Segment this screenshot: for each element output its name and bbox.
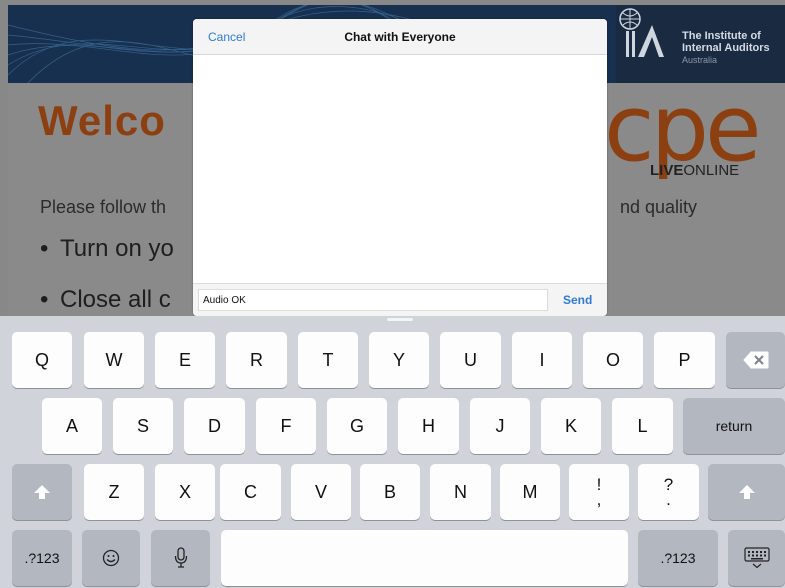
key-question-period[interactable]: ? . bbox=[638, 464, 699, 520]
slide-welcome-heading: Welco bbox=[38, 97, 166, 144]
send-button[interactable]: Send bbox=[563, 293, 592, 307]
keyboard-hide-icon bbox=[743, 547, 770, 569]
emoji-key[interactable] bbox=[82, 530, 140, 586]
chat-message-input[interactable] bbox=[198, 289, 548, 311]
key-d[interactable]: D bbox=[184, 398, 245, 454]
slide-bullet: • Close all c bbox=[40, 286, 171, 313]
key-r[interactable]: R bbox=[226, 332, 287, 388]
slide-instruction-left: Please follow th bbox=[40, 197, 167, 217]
key-v[interactable]: V bbox=[291, 464, 351, 520]
key-exclamation-comma[interactable]: ! , bbox=[569, 464, 629, 520]
key-p[interactable]: P bbox=[654, 332, 715, 388]
shift-icon bbox=[34, 485, 50, 499]
live-label: LIVE bbox=[650, 162, 684, 179]
key-m[interactable]: M bbox=[500, 464, 560, 520]
microphone-icon bbox=[174, 547, 187, 568]
space-bar[interactable] bbox=[221, 530, 628, 586]
key-y[interactable]: Y bbox=[369, 332, 429, 388]
key-secondary-char: . bbox=[666, 490, 671, 509]
return-key[interactable]: return bbox=[683, 398, 785, 454]
key-t[interactable]: T bbox=[298, 332, 358, 388]
key-b[interactable]: B bbox=[360, 464, 420, 520]
shift-icon bbox=[738, 485, 755, 499]
chat-compose-bar: Send bbox=[193, 283, 607, 316]
chat-messages-area[interactable] bbox=[193, 55, 607, 281]
slide-instruction-right: nd quality bbox=[620, 197, 698, 217]
hide-keyboard-key[interactable] bbox=[728, 530, 785, 586]
iia-logo: The Institute of Internal Auditors Austr… bbox=[616, 5, 785, 83]
key-o[interactable]: O bbox=[583, 332, 643, 388]
numbers-key-left[interactable]: .?123 bbox=[12, 530, 72, 586]
backspace-icon bbox=[742, 351, 768, 369]
emoji-icon bbox=[102, 549, 120, 567]
key-z[interactable]: Z bbox=[84, 464, 144, 520]
key-l[interactable]: L bbox=[612, 398, 673, 454]
slide-bullet: • Turn on yo bbox=[40, 235, 174, 262]
key-n[interactable]: N bbox=[430, 464, 491, 520]
logo-text: The Institute of Internal Auditors bbox=[682, 30, 770, 54]
key-e[interactable]: E bbox=[155, 332, 215, 388]
key-j[interactable]: J bbox=[470, 398, 530, 454]
slide-bullet-text: Close all c bbox=[60, 286, 171, 313]
key-x[interactable]: X bbox=[155, 464, 215, 520]
key-h[interactable]: H bbox=[398, 398, 459, 454]
chat-popover: Cancel Chat with Everyone Send bbox=[193, 19, 607, 316]
numbers-key-right[interactable]: .?123 bbox=[638, 530, 718, 586]
shift-key-right[interactable] bbox=[708, 464, 785, 520]
shift-key-left[interactable] bbox=[12, 464, 72, 520]
onscreen-keyboard: Q W E R T Y U I O P A S D F G H J K L re… bbox=[0, 316, 785, 588]
logo-subtitle: Australia bbox=[682, 55, 718, 65]
key-i[interactable]: I bbox=[512, 332, 572, 388]
live-online-label: LIVEONLINE bbox=[650, 162, 739, 179]
dictation-key[interactable] bbox=[151, 530, 210, 586]
logo-line-1: The Institute of bbox=[682, 30, 761, 42]
key-f[interactable]: F bbox=[256, 398, 316, 454]
online-label: ONLINE bbox=[683, 162, 740, 179]
key-w[interactable]: W bbox=[84, 332, 144, 388]
backspace-key[interactable] bbox=[726, 332, 785, 388]
iia-globe-logo-icon bbox=[619, 8, 664, 57]
keyboard-grabber[interactable] bbox=[387, 318, 413, 321]
chat-header: Cancel Chat with Everyone bbox=[193, 19, 607, 55]
chat-title: Chat with Everyone bbox=[344, 30, 456, 44]
key-u[interactable]: U bbox=[440, 332, 501, 388]
key-s[interactable]: S bbox=[113, 398, 173, 454]
key-a[interactable]: A bbox=[42, 398, 102, 454]
key-g[interactable]: G bbox=[327, 398, 387, 454]
key-secondary-char: , bbox=[596, 490, 602, 509]
logo-line-2: Internal Auditors bbox=[682, 42, 770, 54]
slide-bullet-text: Turn on yo bbox=[60, 235, 174, 262]
key-c[interactable]: C bbox=[220, 464, 281, 520]
key-k[interactable]: K bbox=[541, 398, 601, 454]
key-q[interactable]: Q bbox=[12, 332, 72, 388]
